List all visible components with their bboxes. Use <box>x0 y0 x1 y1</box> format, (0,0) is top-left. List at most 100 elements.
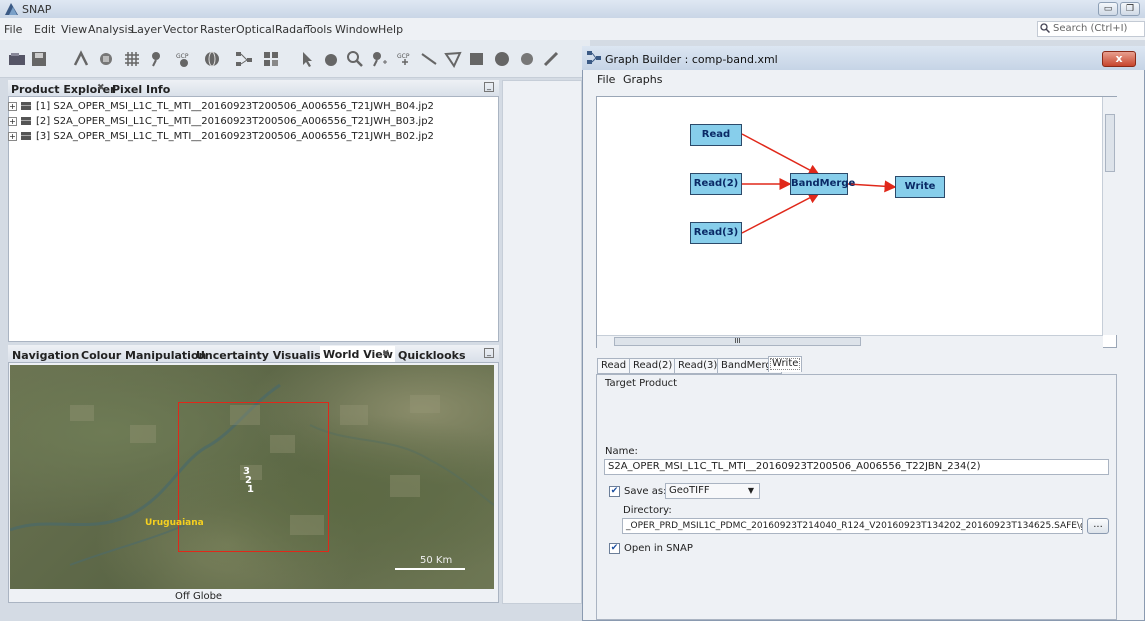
open-in-snap-label: Open in SNAP <box>624 543 693 554</box>
product-item[interactable]: + [2] S2A_OPER_MSI_L1C_TL_MTI__20160923T2… <box>8 116 434 130</box>
svg-text:GCP: GCP <box>397 53 410 60</box>
tab-colour-manipulation[interactable]: Colour Manipulation <box>81 349 206 362</box>
menu-vector[interactable]: Vector <box>163 23 198 36</box>
pin-placing-tool-icon[interactable] <box>370 50 388 68</box>
expand-icon[interactable]: + <box>8 116 17 126</box>
pin-manager-icon[interactable] <box>148 50 166 68</box>
graph-node-write[interactable]: Write <box>895 176 945 198</box>
geocoding-grid-icon[interactable] <box>123 50 141 68</box>
horizontal-scroll-thumb[interactable]: III <box>614 337 861 346</box>
app-title: SNAP <box>22 3 52 16</box>
vertical-scroll-thumb[interactable] <box>1105 114 1115 172</box>
product-item[interactable]: + [1] S2A_OPER_MSI_L1C_TL_MTI__20160923T2… <box>8 101 434 115</box>
batch-processing-icon[interactable] <box>262 50 280 68</box>
select-tool-icon[interactable] <box>298 50 316 68</box>
restore-button[interactable]: ❐ <box>1120 2 1140 16</box>
minimize-button[interactable]: ▭ <box>1098 2 1118 16</box>
expand-icon[interactable]: + <box>8 101 17 111</box>
dialog-menu-file[interactable]: File <box>597 73 615 86</box>
menu-raster[interactable]: Raster <box>200 23 235 36</box>
menu-window[interactable]: Window <box>335 23 378 36</box>
target-name-input[interactable]: S2A_OPER_MSI_L1C_TL_MTI__20160923T200506… <box>604 459 1109 475</box>
world-map-icon[interactable] <box>203 50 221 68</box>
close-tab-icon[interactable]: ✖ <box>97 83 105 93</box>
graph-node-read-3[interactable]: Read(3) <box>690 222 742 244</box>
menu-optical[interactable]: Optical <box>236 23 275 36</box>
place-label: Uruguaiana <box>145 518 204 528</box>
tab-pixel-info[interactable]: Pixel Info <box>112 83 170 96</box>
graph-node-read[interactable]: Read <box>690 124 742 146</box>
product-icon <box>20 101 32 111</box>
tab-read-2[interactable]: Read(2) <box>629 358 677 374</box>
graph-builder-icon[interactable] <box>235 50 253 68</box>
directory-input[interactable]: _OPER_PRD_MSIL1C_PDMC_20160923T214040_R1… <box>622 518 1083 534</box>
search-input[interactable]: Search (Ctrl+I) <box>1037 21 1145 37</box>
product-name: [3] S2A_OPER_MSI_L1C_TL_MTI__20160923T20… <box>36 131 434 142</box>
graph-canvas[interactable]: Read Read(2) Read(3) BandMerge Write III <box>596 96 1117 348</box>
save-as-label: Save as: <box>624 486 667 497</box>
chevron-down-icon: ▼ <box>747 486 754 495</box>
band-maths-icon[interactable] <box>72 50 90 68</box>
polygon-drawing-tool-icon[interactable] <box>444 50 462 69</box>
scale-label: 50 Km <box>420 555 453 566</box>
product-icon <box>20 131 32 141</box>
search-icon <box>1040 23 1051 34</box>
menu-view[interactable]: View <box>61 23 87 36</box>
world-map-view[interactable]: 3 2 1 Uruguaiana 50 Km <box>10 365 494 589</box>
save-product-icon[interactable] <box>30 50 48 68</box>
range-finder-tool-icon[interactable] <box>518 50 536 68</box>
draw-shapes-tool-icon[interactable] <box>542 50 560 68</box>
snap-logo-icon <box>5 3 18 15</box>
gcp-manager-icon[interactable]: GCP <box>175 50 193 68</box>
graph-builder-icon <box>587 51 601 64</box>
dialog-title: Graph Builder : comp-band.xml <box>605 53 778 66</box>
expand-icon[interactable]: + <box>8 131 17 141</box>
minimize-panel-icon[interactable]: _ <box>484 82 494 92</box>
product-footprint-label: 1 <box>247 484 254 495</box>
menu-tools[interactable]: Tools <box>305 23 332 36</box>
tab-quicklooks[interactable]: Quicklooks <box>398 349 466 362</box>
tab-write[interactable]: Write <box>768 356 803 372</box>
zoom-tool-icon[interactable] <box>346 50 364 68</box>
dialog-menu-graphs[interactable]: Graphs <box>623 73 662 86</box>
open-in-snap-checkbox[interactable]: ✔ <box>609 543 620 554</box>
browse-directory-button[interactable]: ... <box>1087 518 1109 534</box>
tab-read[interactable]: Read <box>597 358 631 374</box>
gcp-placing-tool-icon[interactable]: GCP <box>396 50 414 68</box>
save-format-select[interactable]: GeoTIFF ▼ <box>665 483 760 499</box>
globe-status: Off Globe <box>175 591 223 602</box>
svg-text:GCP: GCP <box>176 53 189 60</box>
minimize-panel-icon[interactable]: _ <box>484 348 494 358</box>
magic-wand-tool-icon[interactable] <box>493 50 511 68</box>
close-dialog-button[interactable]: x <box>1102 51 1136 67</box>
main-title-bar <box>0 0 1145 18</box>
directory-label: Directory: <box>623 505 672 516</box>
section-title: Target Product <box>605 378 678 389</box>
product-icon <box>20 116 32 126</box>
graph-node-bandmerge[interactable]: BandMerge <box>790 173 855 195</box>
menu-file[interactable]: File <box>4 23 22 36</box>
save-format-value: GeoTIFF <box>669 485 710 496</box>
menu-analysis[interactable]: Analysis <box>88 23 133 36</box>
tab-read-3[interactable]: Read(3) <box>674 358 722 374</box>
line-drawing-tool-icon[interactable] <box>420 50 438 68</box>
menu-radar[interactable]: Radar <box>275 23 307 36</box>
product-boundary-box <box>178 402 329 552</box>
pan-tool-icon[interactable] <box>322 50 340 68</box>
close-tab-icon[interactable]: ✖ <box>382 349 390 359</box>
name-label: Name: <box>605 446 638 457</box>
menu-edit[interactable]: Edit <box>34 23 55 36</box>
menu-layer[interactable]: Layer <box>131 23 162 36</box>
menu-help[interactable]: Help <box>378 23 403 36</box>
tab-navigation[interactable]: Navigation <box>12 349 79 362</box>
filter-band-icon[interactable] <box>97 50 115 68</box>
product-name: [1] S2A_OPER_MSI_L1C_TL_MTI__20160923T20… <box>36 101 434 112</box>
scale-bar <box>395 568 465 570</box>
open-product-icon[interactable] <box>8 50 26 68</box>
rectangle-drawing-tool-icon[interactable] <box>468 50 486 68</box>
graph-edges <box>741 133 897 234</box>
product-name: [2] S2A_OPER_MSI_L1C_TL_MTI__20160923T20… <box>36 116 434 127</box>
graph-node-read-2[interactable]: Read(2) <box>690 173 742 195</box>
product-item[interactable]: + [3] S2A_OPER_MSI_L1C_TL_MTI__20160923T2… <box>8 131 434 145</box>
save-as-checkbox[interactable]: ✔ <box>609 486 620 497</box>
